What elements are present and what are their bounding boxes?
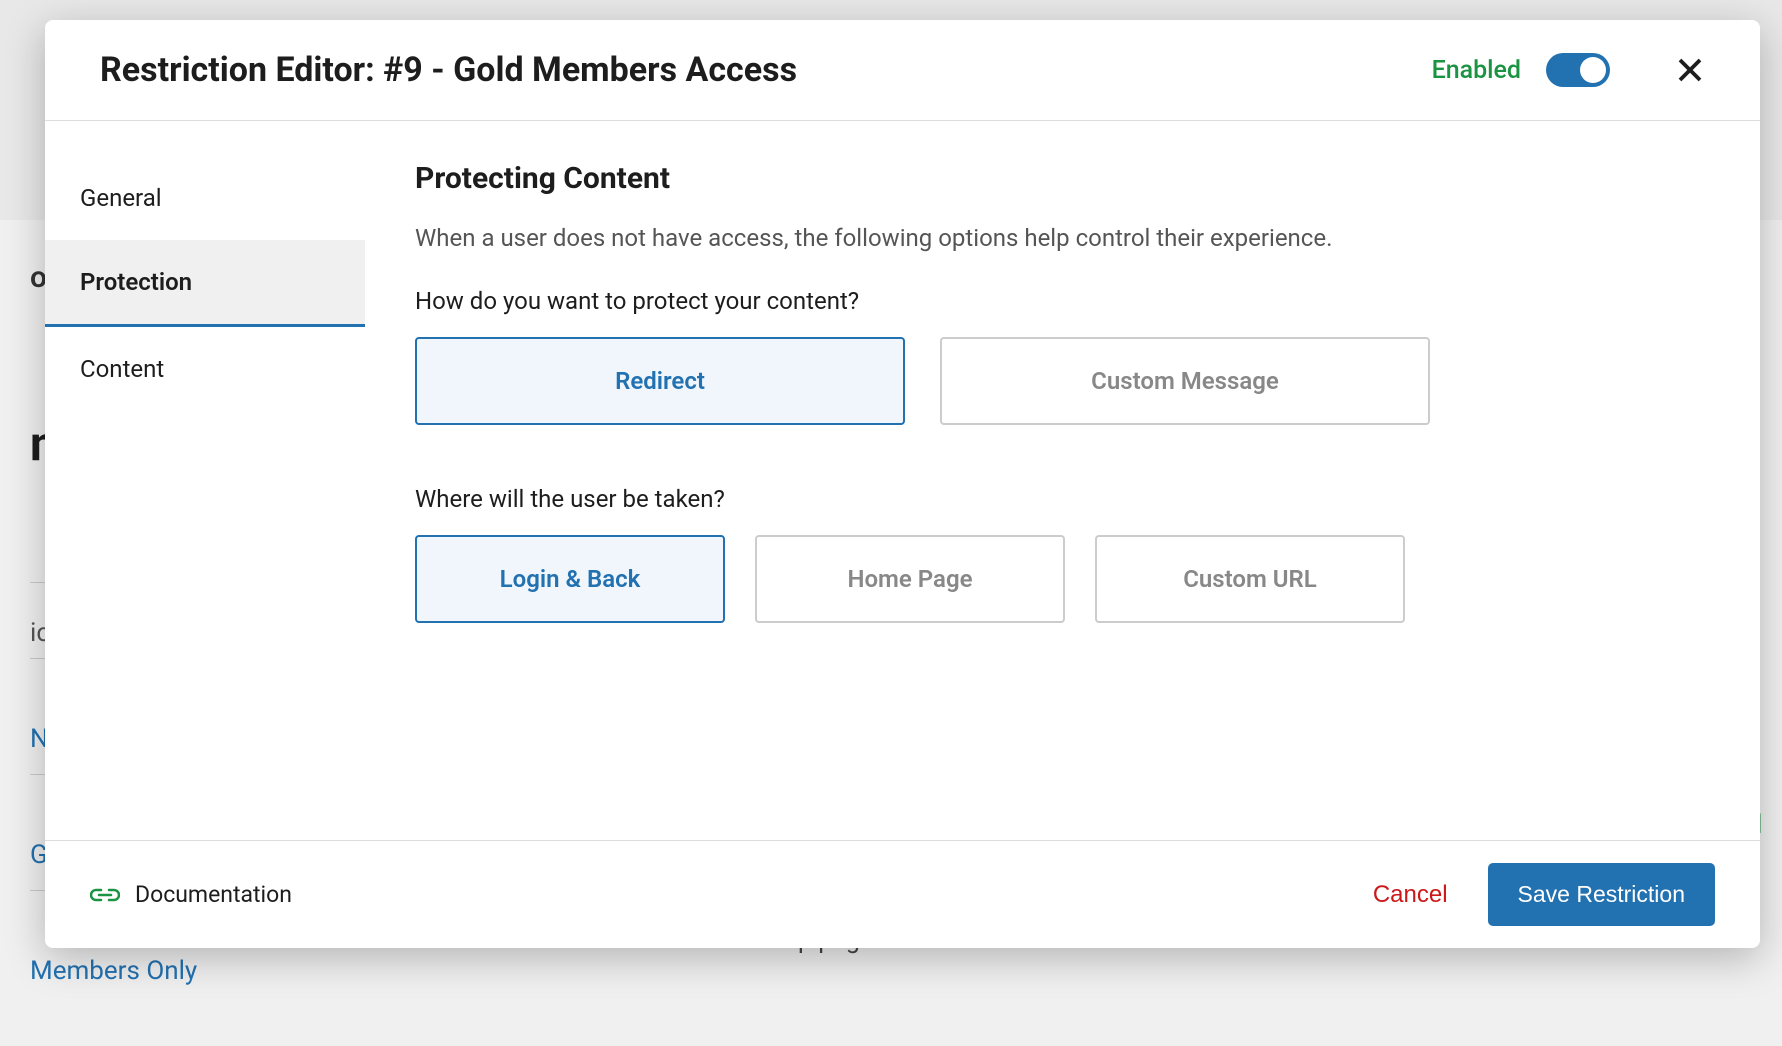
toggle-knob <box>1580 57 1606 83</box>
option-custom-message[interactable]: Custom Message <box>940 337 1430 425</box>
documentation-label: Documentation <box>135 881 292 908</box>
sidebar-item-label: Protection <box>80 268 192 296</box>
redirect-target-options: Login & Back Home Page Custom URL <box>415 535 1710 623</box>
enabled-toggle[interactable] <box>1546 53 1610 87</box>
protect-method-label: How do you want to protect your content? <box>415 287 1710 315</box>
section-subtitle: When a user does not have access, the fo… <box>415 224 1710 252</box>
option-label: Home Page <box>847 565 972 593</box>
sidebar-item-general[interactable]: General <box>45 156 365 240</box>
option-login-back[interactable]: Login & Back <box>415 535 725 623</box>
modal-footer: Documentation Cancel Save Restriction <box>45 840 1760 948</box>
section-title: Protecting Content <box>415 161 1710 196</box>
content-area: Protecting Content When a user does not … <box>365 121 1760 840</box>
sidebar-item-label: General <box>80 184 162 212</box>
sidebar-item-content[interactable]: Content <box>45 327 365 411</box>
option-label: Redirect <box>615 367 705 395</box>
footer-actions: Cancel Save Restriction <box>1373 863 1715 926</box>
modal-body: General Protection Content Protecting Co… <box>45 121 1760 840</box>
modal-title: Restriction Editor: #9 - Gold Members Ac… <box>100 50 797 90</box>
option-home-page[interactable]: Home Page <box>755 535 1065 623</box>
restriction-editor-modal: Restriction Editor: #9 - Gold Members Ac… <box>45 20 1760 948</box>
sidebar-item-protection[interactable]: Protection <box>45 240 365 327</box>
enabled-label: Enabled <box>1432 56 1521 85</box>
link-icon <box>90 884 120 906</box>
documentation-link[interactable]: Documentation <box>90 881 292 908</box>
option-label: Login & Back <box>500 565 641 593</box>
close-button[interactable] <box>1670 50 1710 90</box>
close-icon <box>1675 55 1705 85</box>
save-restriction-button[interactable]: Save Restriction <box>1488 863 1715 926</box>
protect-method-options: Redirect Custom Message <box>415 337 1710 425</box>
redirect-target-label: Where will the user be taken? <box>415 485 1710 513</box>
option-label: Custom Message <box>1091 367 1279 395</box>
option-label: Custom URL <box>1183 565 1317 593</box>
header-controls: Enabled <box>1432 50 1710 90</box>
modal-header: Restriction Editor: #9 - Gold Members Ac… <box>45 20 1760 121</box>
option-redirect[interactable]: Redirect <box>415 337 905 425</box>
option-custom-url[interactable]: Custom URL <box>1095 535 1405 623</box>
sidebar: General Protection Content <box>45 121 365 840</box>
sidebar-item-label: Content <box>80 355 164 383</box>
cancel-button[interactable]: Cancel <box>1373 881 1448 909</box>
